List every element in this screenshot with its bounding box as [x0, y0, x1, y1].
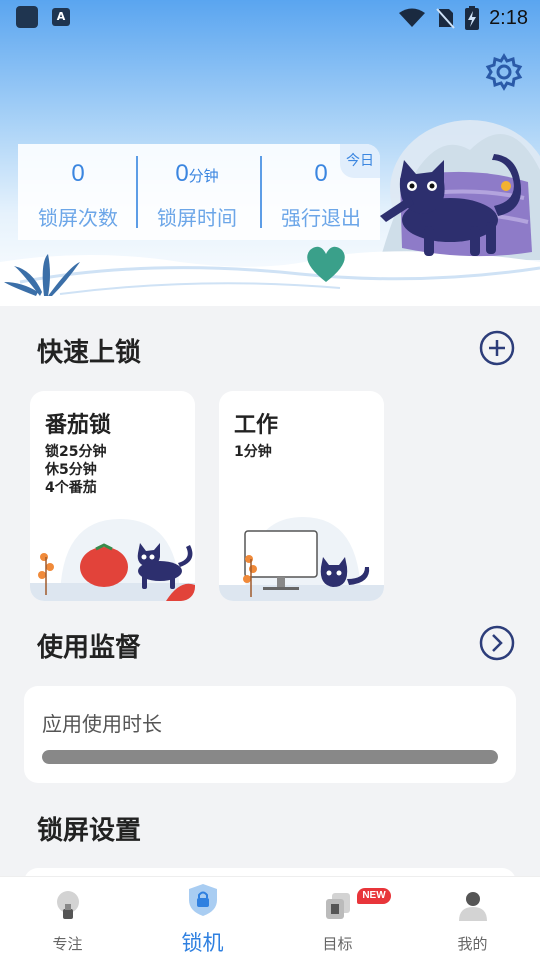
- no-sim-icon: [436, 8, 455, 29]
- quick-lock-title: 快速上锁: [37, 338, 142, 368]
- bottom-nav: 专注 锁机 目标 我的: [0, 876, 540, 960]
- tomato-cat-illustration: [30, 519, 195, 601]
- card-title: 工作: [234, 413, 279, 438]
- usage-monitor-title: 使用监督: [37, 633, 142, 663]
- lightbulb-icon: [56, 891, 79, 919]
- stats-card: 0 锁屏次数 0分钟 锁屏时间 0 强行退出: [18, 144, 380, 240]
- today-tag: 今日: [340, 144, 380, 178]
- card-detail: 4个番茄: [45, 480, 97, 496]
- plus-circle-icon[interactable]: [478, 329, 516, 367]
- target-cards-icon: [325, 893, 350, 919]
- nav-label: 目标: [322, 935, 353, 953]
- app-usage-card[interactable]: 应用使用时长: [24, 686, 516, 783]
- status-bar: A 2:18: [0, 0, 540, 36]
- a-app-icon: A: [52, 8, 70, 26]
- nav-mine[interactable]: 我的: [405, 877, 540, 960]
- card-title: 番茄锁: [45, 413, 112, 438]
- stat-value: 0: [71, 160, 85, 187]
- app-icon: [16, 6, 38, 28]
- nav-label: 专注: [52, 935, 83, 953]
- nav-focus[interactable]: 专注: [0, 877, 135, 960]
- card-detail: 锁25分钟: [45, 444, 107, 460]
- card-detail: 1分钟: [234, 444, 272, 460]
- quick-lock-card-tomato[interactable]: 番茄锁 锁25分钟 休5分钟 4个番茄: [30, 391, 195, 601]
- stat-label: 锁屏次数: [38, 206, 118, 230]
- quick-lock-card-work[interactable]: 工作 1分钟: [219, 391, 384, 601]
- computer-cat-illustration: [219, 517, 384, 601]
- nav-label: 锁机: [181, 931, 224, 955]
- nav-lock[interactable]: 锁机: [135, 877, 270, 960]
- battery-charging-icon: [465, 6, 480, 30]
- app-usage-progress-fill: [42, 750, 498, 764]
- shield-lock-icon: [188, 884, 217, 916]
- stat-lock-time[interactable]: 0分钟 锁屏时间: [137, 144, 257, 240]
- lock-settings-title: 锁屏设置: [37, 816, 142, 846]
- stat-label: 强行退出: [281, 206, 361, 230]
- header-banner: 0 锁屏次数 0分钟 锁屏时间 0 强行退出 今日: [0, 0, 540, 306]
- stat-lock-count[interactable]: 0 锁屏次数: [18, 144, 138, 240]
- chevron-right-circle-icon[interactable]: [478, 624, 516, 662]
- stat-value: 0分钟: [175, 160, 219, 187]
- app-usage-label: 应用使用时长: [42, 712, 162, 736]
- card-detail: 休5分钟: [45, 462, 97, 478]
- stat-label: 锁屏时间: [157, 206, 237, 230]
- wifi-icon: [399, 8, 426, 27]
- status-time: 2:18: [489, 6, 528, 29]
- nav-label: 我的: [457, 935, 488, 953]
- person-icon: [458, 892, 487, 921]
- gear-icon[interactable]: [484, 52, 524, 92]
- app-usage-progress-bar: [42, 750, 498, 764]
- new-badge: NEW: [357, 888, 391, 904]
